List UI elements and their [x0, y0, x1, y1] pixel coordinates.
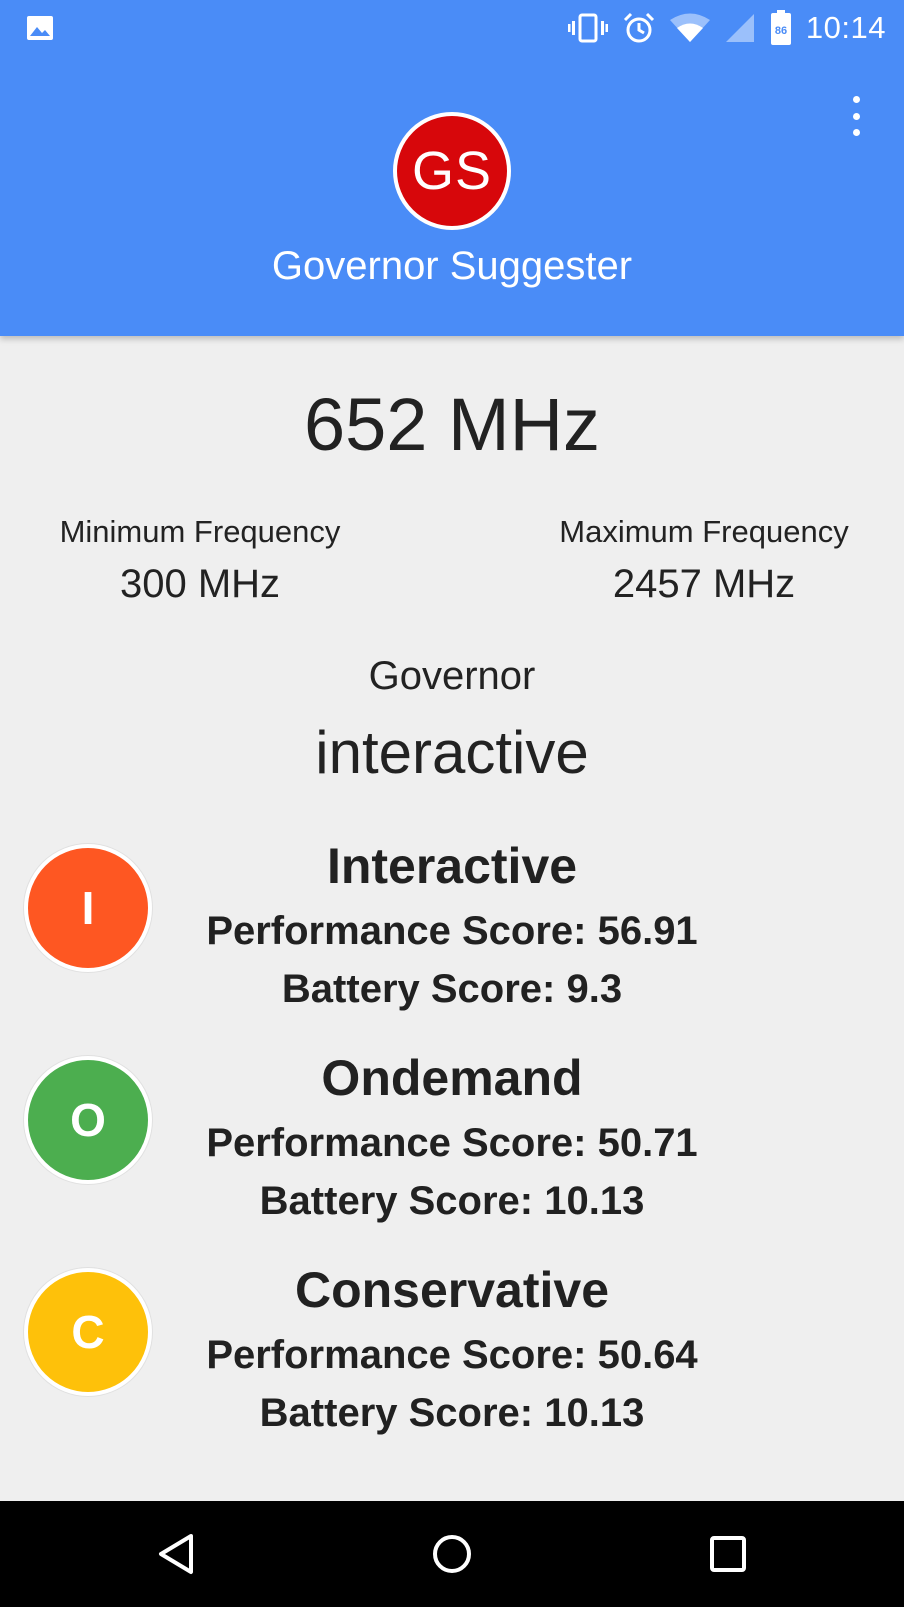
vibrate-icon: [567, 13, 608, 43]
governor-label: Governor: [368, 654, 536, 698]
overflow-menu-icon[interactable]: [844, 96, 868, 136]
performance-score: Performance Score: 50.71: [206, 1121, 698, 1165]
svg-text:86: 86: [775, 25, 787, 37]
governor-badge: I: [24, 844, 152, 972]
governor-details: Interactive Performance Score: 56.91 Bat…: [150, 838, 754, 1018]
battery-score: Battery Score: 9.3: [281, 967, 623, 1011]
app-header: 86 10:14 GS Governor Suggester: [0, 0, 904, 336]
status-bar: 86 10:14: [0, 0, 904, 56]
governor-value: interactive: [315, 719, 589, 786]
minimum-frequency-value: 300 MHz: [119, 562, 281, 606]
back-button[interactable]: [151, 1529, 201, 1579]
governor-suggestion-ondemand[interactable]: O Ondemand Performance Score: 50.71 Batt…: [0, 1050, 904, 1240]
battery-score: Battery Score: 10.13: [259, 1391, 645, 1435]
governor-badge-letter: C: [71, 1306, 105, 1358]
back-icon: [159, 1534, 193, 1574]
recents-button[interactable]: [703, 1529, 753, 1579]
performance-score: Performance Score: 56.91: [206, 909, 698, 953]
governor-badge: O: [24, 1056, 152, 1184]
navigation-bar: [0, 1501, 904, 1607]
image-icon: [27, 16, 53, 40]
status-clock: 10:14: [805, 10, 886, 45]
governor-details: Conservative Performance Score: 50.64 Ba…: [150, 1262, 754, 1442]
alarm-icon: [623, 12, 654, 43]
minimum-frequency-label: Minimum Frequency: [59, 514, 341, 549]
battery-score: Battery Score: 10.13: [259, 1179, 645, 1223]
governor-name: Interactive: [326, 838, 578, 894]
governor-suggestion-interactive[interactable]: I Interactive Performance Score: 56.91 B…: [0, 838, 904, 1028]
governor-suggestion-conservative[interactable]: C Conservative Performance Score: 50.64 …: [0, 1262, 904, 1452]
maximum-frequency-value: 2457 MHz: [612, 562, 796, 606]
governor-name: Ondemand: [321, 1050, 583, 1106]
minimum-frequency: Minimum Frequency 300 MHz: [0, 514, 400, 607]
governor-badge-letter: I: [81, 882, 95, 934]
performance-score: Performance Score: 50.64: [206, 1333, 698, 1377]
cell-signal-icon: [725, 14, 754, 42]
app-logo: GS: [393, 112, 511, 230]
app-title: Governor Suggester: [271, 244, 633, 288]
app-logo-text: GS: [411, 141, 493, 201]
recents-icon: [710, 1536, 746, 1572]
governor-name: Conservative: [294, 1262, 610, 1318]
home-button[interactable]: [427, 1529, 477, 1579]
maximum-frequency: Maximum Frequency 2457 MHz: [504, 514, 904, 607]
wifi-icon: [669, 13, 710, 42]
governor-badge-letter: O: [70, 1094, 106, 1146]
maximum-frequency-label: Maximum Frequency: [559, 514, 849, 549]
current-frequency: 652 MHz: [303, 383, 601, 466]
battery-icon: 86: [770, 10, 791, 45]
home-icon: [433, 1535, 471, 1573]
governor-badge: C: [24, 1268, 152, 1396]
status-icons: 86 10:14: [567, 8, 886, 48]
governor-details: Ondemand Performance Score: 50.71 Batter…: [150, 1050, 754, 1230]
